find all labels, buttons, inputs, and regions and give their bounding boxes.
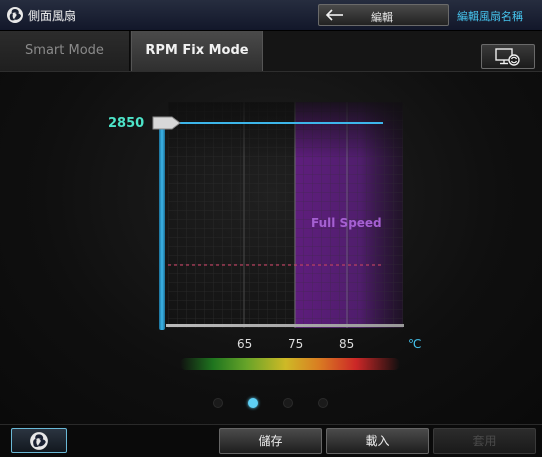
full-speed-label: Full Speed — [311, 216, 382, 230]
page-dot-4[interactable] — [318, 398, 328, 408]
bottom-toolbar: 儲存 載入 套用 — [0, 424, 542, 457]
temperature-unit: ℃ — [408, 337, 422, 351]
page-dot-1[interactable] — [213, 398, 223, 408]
rpm-value-label: 2850 — [108, 116, 145, 131]
title-bar: 側面風扇 編輯 編輯風扇名稱 — [0, 0, 542, 31]
load-button[interactable]: 載入 — [326, 428, 429, 454]
edit-fan-name-link[interactable]: 編輯風扇名稱 — [457, 8, 523, 24]
temperature-axis — [166, 324, 404, 327]
rpm-chart-grid — [168, 102, 403, 328]
home-logo-button[interactable] — [11, 428, 67, 453]
save-button[interactable]: 儲存 — [219, 428, 322, 454]
tab-rpm-fix-mode[interactable]: RPM Fix Mode — [131, 31, 263, 71]
back-edit-button[interactable]: 編輯 — [318, 4, 449, 26]
left-arrow-icon — [325, 9, 343, 21]
temp-tick-85: 85 — [339, 337, 355, 351]
rpm-slider-track[interactable] — [159, 128, 165, 330]
page-dot-3[interactable] — [283, 398, 293, 408]
mode-tab-bar: Smart Mode RPM Fix Mode — [0, 31, 542, 72]
temp-tick-75: 75 — [288, 337, 304, 351]
page-dot-2[interactable] — [248, 398, 258, 408]
fan-logo-icon — [30, 432, 48, 450]
apply-button[interactable]: 套用 — [433, 428, 536, 454]
back-edit-label: 編輯 — [371, 11, 393, 24]
monitor-button[interactable] — [481, 44, 535, 69]
rpm-slider-handle[interactable] — [152, 116, 182, 130]
tab-smart-mode[interactable]: Smart Mode — [0, 31, 130, 71]
rpm-fix-panel: 2850 Full Speed 65 75 85 ℃ — [0, 72, 542, 424]
monitor-refresh-icon — [495, 48, 520, 66]
window-title: 側面風扇 — [28, 9, 77, 23]
fan-logo-icon — [7, 7, 23, 23]
temp-tick-65: 65 — [237, 337, 253, 351]
temperature-color-scale — [180, 358, 400, 370]
